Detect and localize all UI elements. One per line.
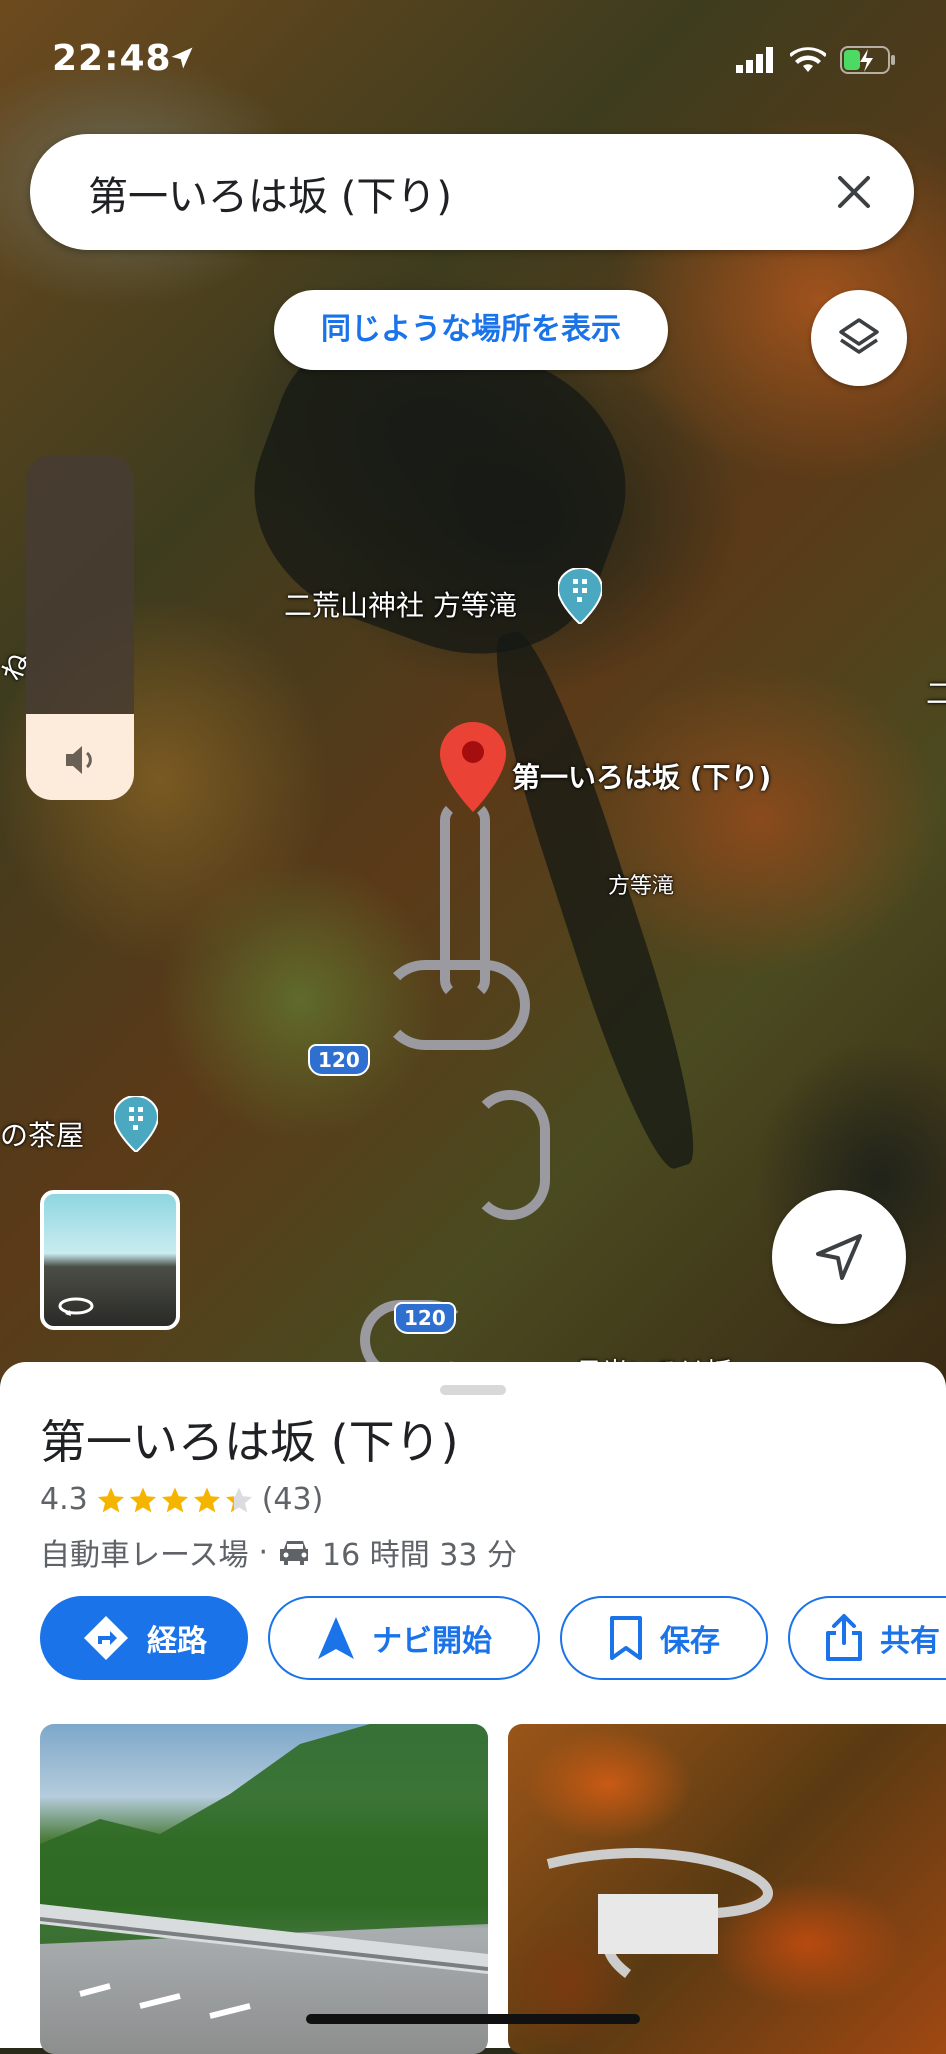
battery-charging-icon bbox=[840, 46, 895, 74]
navigate-label: ナビ開始 bbox=[372, 1624, 492, 1659]
layers-button[interactable] bbox=[811, 290, 907, 386]
separator: · bbox=[258, 1534, 269, 1570]
car-icon bbox=[280, 1541, 309, 1565]
rating-stars bbox=[96, 1485, 254, 1515]
drive-time: 16 時間 33 分 bbox=[322, 1538, 518, 1573]
star-icon bbox=[193, 1487, 220, 1512]
save-button[interactable]: 保存 bbox=[560, 1596, 768, 1680]
share-button[interactable]: 共有 bbox=[788, 1596, 946, 1680]
navigation-arrow-icon bbox=[816, 1234, 862, 1280]
volume-hud bbox=[26, 455, 134, 800]
photo-mountain-road bbox=[40, 1724, 488, 2019]
map-label-shrine[interactable]: 二荒山神社 方等滝 bbox=[284, 584, 517, 624]
rating-row[interactable]: 4.3 (43) bbox=[40, 1482, 323, 1517]
speaker-icon bbox=[66, 746, 92, 774]
show-similar-places-button[interactable]: 同じような場所を表示 bbox=[274, 290, 668, 370]
map-label-teahouse[interactable]: の茶屋 bbox=[0, 1114, 84, 1154]
status-time: 22:48 bbox=[52, 38, 172, 79]
bookmark-icon bbox=[610, 1616, 642, 1660]
location-arrow-icon bbox=[171, 47, 193, 69]
close-icon[interactable] bbox=[830, 168, 878, 216]
place-photo[interactable] bbox=[508, 1724, 946, 2054]
my-location-button[interactable] bbox=[772, 1190, 906, 1324]
search-bar[interactable]: 第一いろは坂 (下り) bbox=[30, 134, 914, 250]
directions-button[interactable]: 経路 bbox=[40, 1596, 248, 1680]
star-icon bbox=[97, 1487, 124, 1512]
sheet-drag-handle[interactable] bbox=[440, 1385, 506, 1395]
star-icon bbox=[129, 1487, 156, 1512]
street-view-thumbnail[interactable] bbox=[40, 1190, 180, 1330]
poi-pin-icon[interactable] bbox=[114, 1096, 158, 1152]
wifi-icon bbox=[790, 47, 826, 72]
share-icon bbox=[826, 1614, 862, 1661]
directions-icon bbox=[84, 1616, 128, 1660]
place-category: 自動車レース場 bbox=[40, 1538, 249, 1573]
route-120-shield: 120 bbox=[308, 1044, 370, 1076]
road-switchback bbox=[470, 1090, 550, 1220]
review-count: (43) bbox=[261, 1482, 324, 1517]
photo-autumn-switchback bbox=[546, 1848, 773, 1978]
layers-icon bbox=[839, 318, 879, 354]
map-label-right-edge: 二 bbox=[926, 677, 946, 710]
poi-pin-icon[interactable] bbox=[558, 568, 602, 624]
directions-label: 経路 bbox=[147, 1624, 207, 1659]
star-icon bbox=[225, 1487, 252, 1512]
share-label: 共有 bbox=[880, 1624, 940, 1659]
action-buttons: 経路 ナビ開始 保存 共有 bbox=[40, 1596, 946, 1680]
search-query[interactable]: 第一いろは坂 (下り) bbox=[88, 164, 452, 222]
save-label: 保存 bbox=[660, 1624, 720, 1659]
cellular-signal-icon bbox=[736, 47, 773, 73]
map-label-waterfall[interactable]: 方等滝 bbox=[608, 868, 674, 900]
status-bar: 22:48 bbox=[0, 36, 946, 86]
selected-place-pin-icon[interactable] bbox=[440, 722, 506, 812]
start-navigation-button[interactable]: ナビ開始 bbox=[268, 1596, 540, 1680]
navigation-icon bbox=[318, 1617, 354, 1659]
route-120-shield: 120 bbox=[394, 1302, 456, 1334]
place-title: 第一いろは坂 (下り) bbox=[40, 1415, 459, 1469]
road-segment bbox=[440, 800, 490, 1000]
map-label-selected-place[interactable]: 第一いろは坂 (下り) bbox=[512, 756, 771, 796]
place-subtitle: 自動車レース場 · 16 時間 33 分 bbox=[40, 1530, 517, 1574]
star-icon bbox=[161, 1487, 188, 1512]
rotate-360-icon bbox=[58, 1297, 94, 1316]
place-photo[interactable] bbox=[40, 1724, 488, 2054]
rating-value: 4.3 bbox=[40, 1482, 88, 1517]
home-indicator[interactable] bbox=[306, 2014, 640, 2024]
